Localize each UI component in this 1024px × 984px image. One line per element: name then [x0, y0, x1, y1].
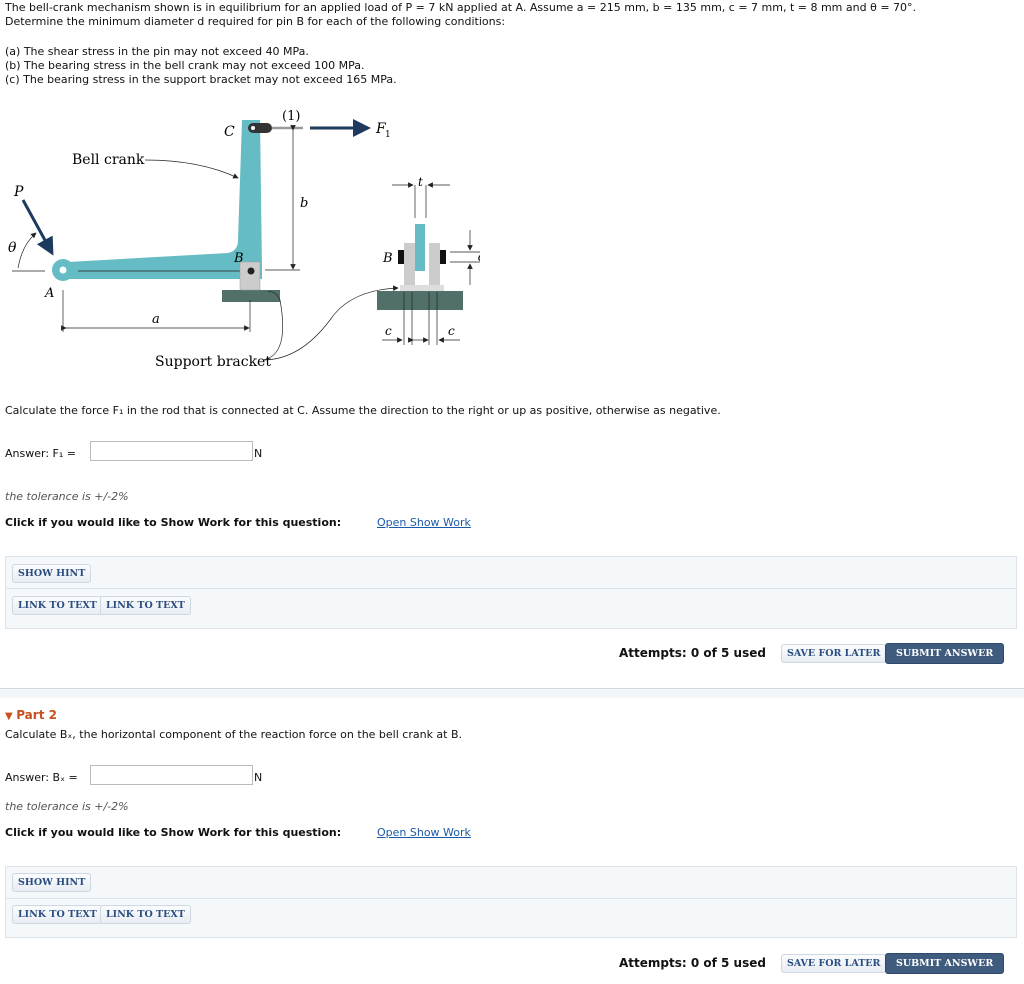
- part1-link-to-text-button-2[interactable]: LINK TO TEXT: [100, 596, 191, 615]
- part2-answer-input[interactable]: [90, 765, 253, 785]
- part1-attempts: Attempts: 0 of 5 used: [619, 646, 766, 660]
- label-bell-crank: Bell crank: [72, 152, 145, 168]
- part1-submit-answer-button[interactable]: SUBMIT ANSWER: [885, 643, 1005, 664]
- part1-answer-input[interactable]: [90, 441, 253, 461]
- part1-hint-panel: SHOW HINT LINK TO TEXT LINK TO TEXT: [5, 556, 1017, 629]
- label-P: P: [13, 184, 24, 200]
- label-c-left: c: [385, 324, 392, 338]
- label-b: b: [300, 196, 308, 211]
- part1-link-to-text-button-1[interactable]: LINK TO TEXT: [12, 596, 103, 615]
- part2-attempts: Attempts: 0 of 5 used: [619, 956, 766, 970]
- bell-crank-figure: C (1) F 1 Bell crank P θ A B b a Support…: [8, 109, 480, 370]
- collapse-triangle-icon: ▼: [5, 711, 13, 722]
- part2-tolerance: the tolerance is +/-2%: [5, 800, 129, 813]
- label-F1-sub: 1: [385, 130, 391, 140]
- part2-header[interactable]: ▼ Part 2: [5, 708, 57, 722]
- problem-line-2: Determine the minimum diameter d require…: [5, 15, 506, 28]
- problem-line-1: The bell-crank mechanism shown is in equ…: [5, 1, 917, 14]
- part2-answer-label: Answer: Bₓ =: [5, 771, 78, 784]
- part2-show-work-prompt: Click if you would like to Show Work for…: [5, 826, 342, 839]
- part1-unit: N: [254, 447, 263, 460]
- part1-open-show-work-link[interactable]: Open Show Work: [377, 516, 471, 529]
- part1-tolerance: the tolerance is +/-2%: [5, 490, 129, 503]
- part1-answer-label: Answer: F₁ =: [5, 447, 76, 460]
- part1-question: Calculate the force F₁ in the rod that i…: [5, 404, 721, 417]
- part-separator: [0, 688, 1024, 698]
- part2-title: Part 2: [16, 708, 57, 722]
- part1-save-for-later-button[interactable]: SAVE FOR LATER: [781, 644, 887, 663]
- part2-unit: N: [254, 771, 263, 784]
- label-c-right: c: [448, 324, 455, 338]
- part1-show-hint-button[interactable]: SHOW HINT: [12, 564, 92, 583]
- part2-link-to-text-button-2[interactable]: LINK TO TEXT: [100, 905, 191, 924]
- label-B-detail: B: [382, 251, 393, 266]
- condition-a: (a) The shear stress in the pin may not …: [5, 45, 309, 58]
- part2-show-hint-button[interactable]: SHOW HINT: [12, 873, 92, 892]
- label-B: B: [233, 251, 244, 266]
- label-a: a: [152, 312, 160, 327]
- part2-open-show-work-link[interactable]: Open Show Work: [377, 826, 471, 839]
- part2-question: Calculate Bₓ, the horizontal component o…: [5, 728, 463, 741]
- condition-c: (c) The bearing stress in the support br…: [5, 73, 397, 86]
- label-t: t: [418, 175, 423, 189]
- label-rod-1: (1): [282, 109, 300, 124]
- label-A: A: [44, 286, 54, 301]
- label-support-bracket: Support bracket: [155, 354, 271, 370]
- label-theta: θ: [8, 240, 17, 256]
- part2-hint-panel: SHOW HINT LINK TO TEXT LINK TO TEXT: [5, 866, 1017, 938]
- label-C: C: [224, 124, 235, 140]
- label-d: d: [478, 250, 480, 264]
- part1-show-work-prompt: Click if you would like to Show Work for…: [5, 516, 342, 529]
- bell-crank-shape: [68, 120, 262, 279]
- part2-link-to-text-button-1[interactable]: LINK TO TEXT: [12, 905, 103, 924]
- part2-submit-answer-button[interactable]: SUBMIT ANSWER: [885, 953, 1005, 974]
- part2-save-for-later-button[interactable]: SAVE FOR LATER: [781, 954, 887, 973]
- condition-b: (b) The bearing stress in the bell crank…: [5, 59, 365, 72]
